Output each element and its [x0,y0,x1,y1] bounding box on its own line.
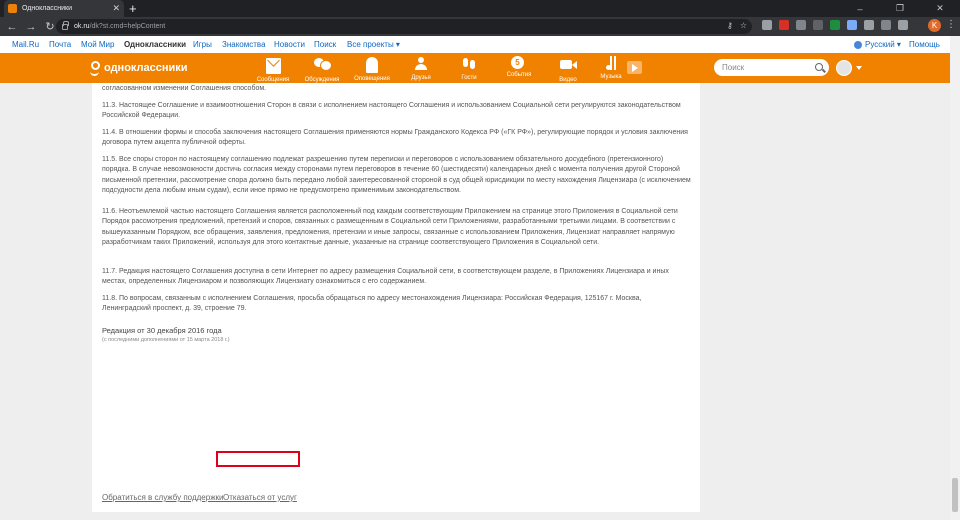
discussions-icon [314,58,332,74]
edition-note: (с последними дополнениями от 15 марта 2… [102,337,230,343]
agreement-paragraph: согласованном изменении Соглашения спосо… [102,85,267,92]
browser-menu-icon[interactable]: ⋮ [946,19,956,30]
portal-link-odnoklassniki[interactable]: Одноклассники [124,40,186,49]
help-link[interactable]: Помощь [909,40,940,49]
extension-icon[interactable] [813,20,823,30]
portal-link-dating[interactable]: Знакомства [222,40,266,49]
url-text: ok.ru/dk?st.cmd=helpContent [74,23,166,30]
extension-icon[interactable] [779,20,789,30]
unsubscribe-link[interactable]: Отказаться от услуг [223,493,297,502]
portal-link-pochta[interactable]: Почта [49,40,71,49]
help-content-card: согласованном изменении Соглашения спосо… [92,83,700,512]
nav-guests[interactable]: Гости [448,55,490,82]
agreement-paragraph: 11.7. Редакция настоящего Соглашения дос… [102,268,669,286]
extension-icon[interactable] [830,20,840,30]
portal-link-search[interactable]: Поиск [314,40,336,49]
extension-icon[interactable] [864,20,874,30]
search-input[interactable] [722,63,807,72]
nav-music[interactable]: Музыка [590,55,632,81]
nav-discussions[interactable]: Обсуждения [301,55,343,84]
browser-tab-strip: Одноклассники ✕ + – ❐ ✕ [0,0,960,17]
events-badge: 5 [511,56,524,69]
agreement-paragraph: 11.3. Настоящее Соглашение и взаимоотнош… [102,102,681,120]
maximize-button[interactable]: ❐ [880,0,920,17]
user-avatar[interactable] [836,60,852,76]
profile-avatar[interactable]: K [928,19,941,32]
ok-favicon-icon [8,4,17,13]
language-selector[interactable]: Русский ▾ [854,40,901,49]
forward-icon[interactable]: → [24,20,38,34]
back-icon[interactable]: ← [5,20,19,34]
globe-icon [854,40,862,49]
tab-title: Одноклассники [22,5,73,12]
extensions-puzzle-icon[interactable] [898,20,908,30]
edition-date: Редакция от 30 декабря 2016 года [102,326,222,335]
portal-link-mailru[interactable]: Mail.Ru [12,40,39,49]
reload-icon[interactable]: ↻ [43,20,57,34]
music-icon [604,56,618,72]
tab-close-icon[interactable]: ✕ [112,4,120,13]
play-music-button[interactable] [627,61,642,74]
portal-link-moy-mir[interactable]: Мой Мир [81,40,114,49]
search-box [714,59,829,76]
browser-tab[interactable]: Одноклассники ✕ [4,0,124,17]
bell-icon [366,57,378,73]
nav-events[interactable]: 5 События [498,55,540,79]
extensions-area [762,20,908,30]
extension-icon[interactable] [847,20,857,30]
address-bar[interactable]: ok.ru/dk?st.cmd=helpContent ⚷ ☆ [56,19,752,34]
close-window-button[interactable]: ✕ [920,0,960,17]
ok-logo[interactable]: одноклассники [89,61,188,76]
scrollbar-thumb[interactable] [952,478,958,512]
contact-support-link[interactable]: Обратиться в службу поддержки [102,493,224,502]
portal-link-news[interactable]: Новости [274,40,305,49]
chevron-down-icon[interactable] [856,66,862,70]
nav-friends[interactable]: Друзья [400,55,442,82]
new-tab-button[interactable]: + [129,1,137,16]
agreement-paragraph: 11.4. В отношении формы и способа заключ… [102,129,688,147]
agreement-paragraph: 11.5. Все споры сторон по настоящему сог… [102,156,691,195]
ok-logo-icon [89,61,100,76]
page-scrollbar[interactable] [950,36,960,520]
portal-bar: Mail.Ru Почта Мой Мир Одноклассники Игры… [0,36,950,53]
nav-messages[interactable]: Сообщения [252,55,294,84]
video-icon [559,58,577,74]
page-viewport: Mail.Ru Почта Мой Мир Одноклассники Игры… [0,36,950,520]
nav-notifications[interactable]: Оповещения [351,55,393,83]
extension-icon[interactable] [881,20,891,30]
agreement-paragraph: 11.6. Неотъемлемой частью настоящего Сог… [102,208,678,247]
nav-video[interactable]: Видео [547,55,589,84]
extension-icon[interactable] [796,20,806,30]
envelope-icon [265,58,281,74]
star-icon[interactable]: ☆ [740,21,747,30]
footprints-icon [462,57,476,73]
key-icon[interactable]: ⚷ [727,21,733,30]
extension-icon[interactable] [762,20,772,30]
lock-icon [62,20,69,30]
agreement-paragraph: 11.8. По вопросам, связанным с исполнени… [102,295,642,313]
minimize-button[interactable]: – [840,0,880,17]
ok-header: одноклассники Сообщения Обсуждения Опове… [0,53,950,83]
friends-icon [413,57,429,73]
unsubscribe-highlight-frame [216,451,300,467]
portal-link-all-projects[interactable]: Все проекты ▾ [347,40,400,49]
search-icon[interactable] [815,63,823,71]
portal-link-games[interactable]: Игры [193,40,212,49]
